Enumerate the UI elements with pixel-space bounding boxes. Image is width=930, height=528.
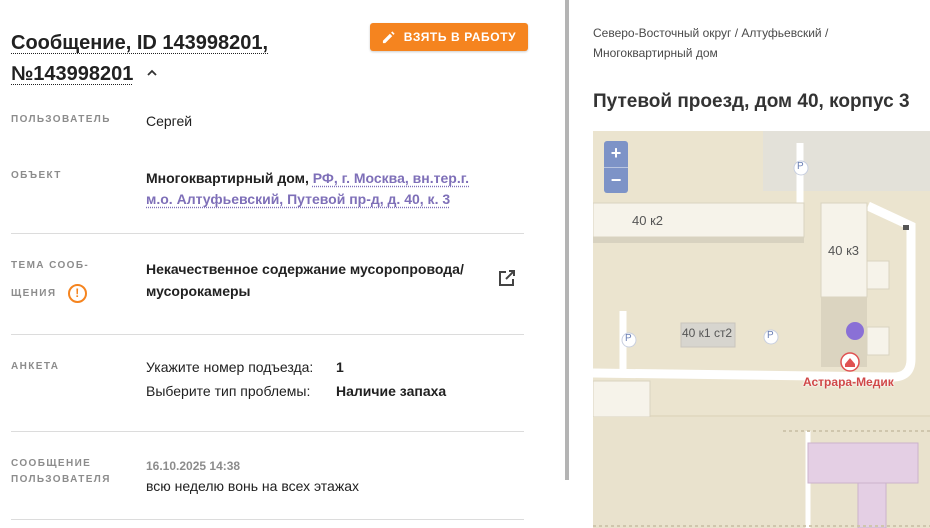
zoom-control: + − [604, 141, 628, 193]
survey-q2: Выберите тип проблемы: [146, 383, 311, 399]
take-to-work-label: ВЗЯТЬ В РАБОТУ [403, 30, 517, 44]
object-value: Многоквартирный дом, РФ, г. Москва, вн.т… [146, 168, 491, 210]
topic-label: ТЕМА СООБ- ЩЕНИЯ! [11, 258, 89, 303]
parking-label: P [625, 333, 632, 344]
user-message-time: 16.10.2025 14:38 [146, 459, 241, 473]
object-label: ОБЪЕКТ [11, 170, 62, 181]
message-panel: Сообщение, ID 143998201, №143998201 ВЗЯТ… [0, 0, 562, 528]
external-link-icon[interactable] [497, 268, 517, 288]
take-to-work-button[interactable]: ВЗЯТЬ В РАБОТУ [370, 23, 528, 51]
survey-q1: Укажите номер подъезда: [146, 359, 314, 375]
user-label: ПОЛЬЗОВАТЕЛЬ [11, 114, 111, 125]
map-poi-label[interactable]: Астрара-Медик [803, 375, 894, 389]
breadcrumb: Северо-Восточный округ / Алтуфьевский / … [593, 26, 829, 60]
user-message-label-line2: ПОЛЬЗОВАТЕЛЯ [11, 474, 111, 485]
topic-label-line2-row: ЩЕНИЯ! [11, 284, 89, 303]
map-label-building-b: 40 к3 [828, 243, 859, 258]
warning-icon: ! [68, 284, 88, 303]
location-address: Путевой проезд, дом 40, корпус 3 [593, 91, 910, 112]
message-title-text[interactable]: Сообщение, ID 143998201, №143998201 [11, 32, 268, 85]
user-value: Сергей [146, 113, 193, 129]
topic-label-line2: ЩЕНИЯ [11, 288, 57, 300]
parking-label: P [797, 161, 804, 172]
zoom-out-button[interactable]: − [604, 168, 628, 194]
map[interactable]: + − 40 к2 40 к3 40 к1 ст2 P P P Астрара-… [593, 131, 930, 528]
object-type: Многоквартирный дом, [146, 170, 309, 186]
map-label-building-a: 40 к2 [632, 213, 663, 228]
survey-label: АНКЕТА [11, 361, 60, 372]
user-message-text: всю неделю вонь на всех этажах [146, 478, 359, 494]
user-message-label-line1: СООБЩЕНИЕ [11, 458, 92, 469]
message-title[interactable]: Сообщение, ID 143998201, №143998201 [11, 28, 341, 90]
map-label-building-c: 40 к1 ст2 [682, 326, 733, 340]
survey-a1: 1 [336, 359, 344, 375]
pencil-icon [382, 30, 395, 43]
topic-label-line1: ТЕМА СООБ- [11, 260, 90, 271]
zoom-in-button[interactable]: + [604, 141, 628, 167]
divider [11, 519, 524, 520]
map-canvas[interactable] [593, 131, 930, 528]
parking-label: P [767, 330, 774, 341]
location-panel: Северо-Восточный округ / Алтуфьевский / … [570, 0, 930, 528]
topic-value: Некачественное содержание мусоропровода/… [146, 261, 464, 299]
chevron-up-icon[interactable] [147, 68, 157, 78]
divider [11, 431, 524, 432]
survey-a2: Наличие запаха [336, 383, 447, 399]
divider [11, 233, 524, 234]
user-message-label: СООБЩЕНИЕ ПОЛЬЗОВАТЕЛЯ [11, 456, 111, 488]
divider [11, 334, 524, 335]
scrollbar[interactable] [565, 0, 569, 480]
